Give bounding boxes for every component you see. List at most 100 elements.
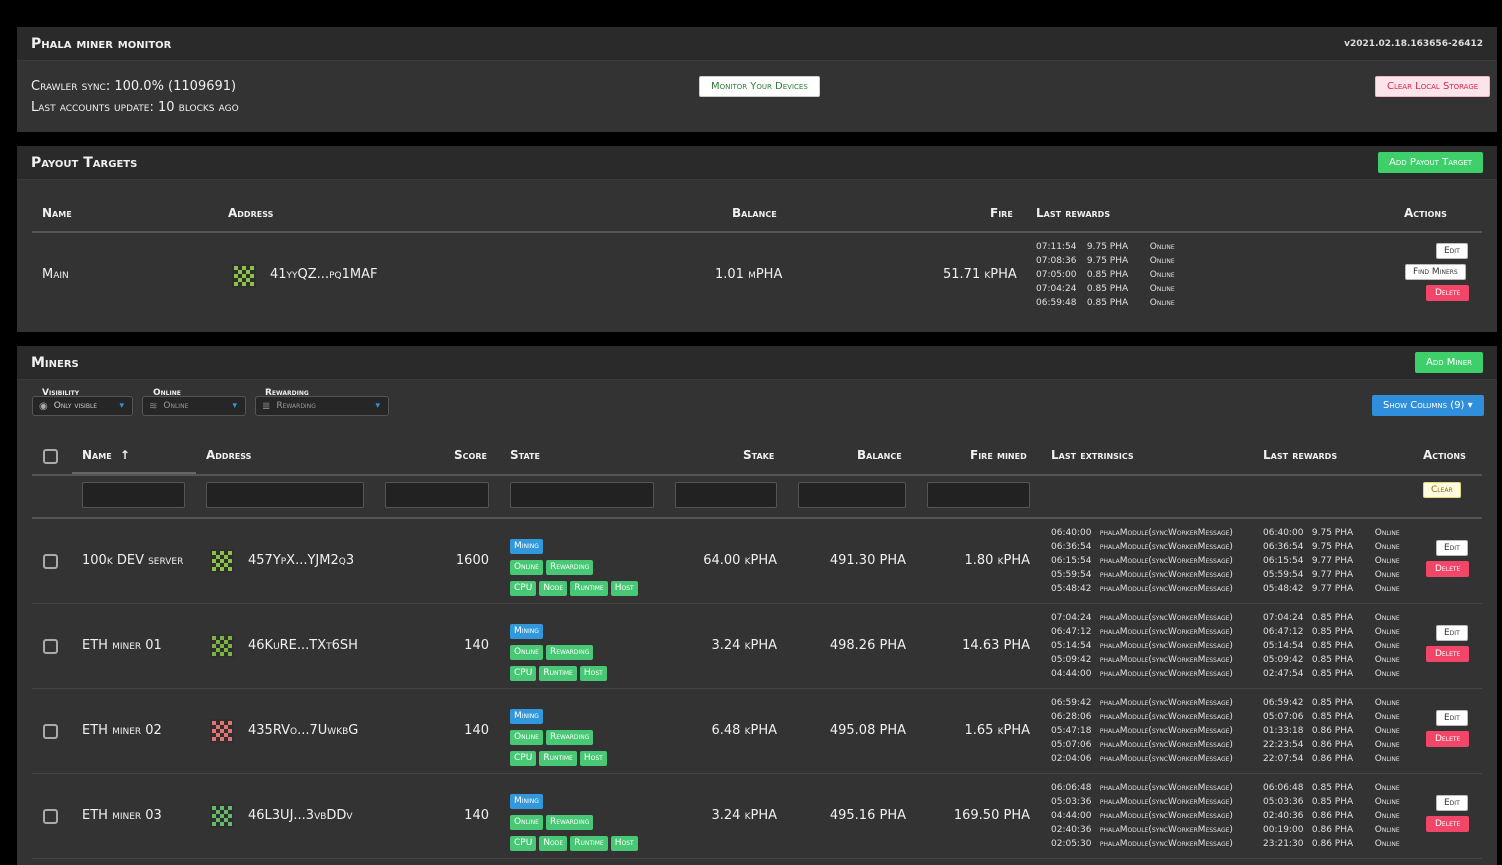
miner-address[interactable]: 46L3UJ...3vbDDv — [248, 808, 353, 823]
extrinsic-entry: 02:04:06 phalaModule(syncWorkerMessage) — [1051, 754, 1233, 764]
stake-filter-input[interactable] — [675, 482, 777, 508]
reward-entry: 06:15:54 9.77 PHA Online — [1263, 556, 1400, 566]
miner-row-checkbox[interactable] — [43, 724, 58, 739]
state-tag: CPU — [510, 666, 537, 681]
extrinsic-entry: 05:47:18 phalaModule(syncWorkerMessage) — [1051, 726, 1233, 736]
row-divider — [32, 858, 1482, 859]
monitor-devices-button[interactable]: Monitor Your Devices — [699, 76, 820, 97]
miner-extrinsics-list: 07:04:24 phalaModule(syncWorkerMessage) 0… — [1051, 611, 1233, 681]
reward-entry: 07:04:24 0.85 PHA Online — [1036, 284, 1175, 294]
crawler-sync-status: Crawler sync: 100.0% (1109691) — [31, 79, 237, 94]
clear-filters-button[interactable]: Clear — [1423, 482, 1461, 498]
miners-col-last-extrinsics: Last extrinsics — [1051, 448, 1134, 462]
miner-delete-button[interactable]: Delete — [1426, 816, 1470, 832]
state-tags: Mining — [510, 788, 546, 809]
state-tags: CPU Runtime Host — [510, 745, 610, 766]
state-tag: Mining — [510, 539, 543, 554]
extrinsic-entry: 06:28:06 phalaModule(syncWorkerMessage) — [1051, 712, 1233, 722]
balance-filter-input[interactable] — [798, 482, 906, 508]
miners-title: Miners — [31, 354, 79, 371]
miner-stake: 3.24 kPHA — [711, 808, 778, 823]
identicon-icon — [210, 634, 234, 662]
score-filter-input[interactable] — [385, 482, 489, 508]
state-tag: Rewarding — [545, 730, 594, 745]
miner-name[interactable]: ETH miner 01 — [82, 638, 162, 653]
state-filter-input[interactable] — [510, 482, 654, 508]
add-miner-button[interactable]: Add Miner — [1414, 352, 1483, 373]
state-tag: Host — [579, 666, 607, 681]
find-miners-button[interactable]: Find Miners — [1405, 264, 1466, 280]
reward-entry: 05:03:36 0.85 PHA Online — [1263, 797, 1400, 807]
extrinsic-entry: 06:15:54 phalaModule(syncWorkerMessage) — [1051, 556, 1233, 566]
online-filter-select[interactable]: ≋ Online ▾ — [142, 396, 246, 416]
miner-extrinsics-list: 06:06:48 phalaModule(syncWorkerMessage) 0… — [1051, 781, 1233, 851]
payout-col-name: Name — [42, 206, 72, 220]
extrinsic-entry: 04:44:00 phalaModule(syncWorkerMessage) — [1051, 811, 1233, 821]
clear-local-storage-button[interactable]: Clear Local Storage — [1375, 76, 1491, 97]
payout-edit-button[interactable]: Edit — [1436, 243, 1468, 259]
payout-targets-bar: Payout Targets Add Payout Target — [17, 146, 1497, 180]
chevron-down-icon: ▾ — [232, 401, 237, 411]
reward-entry: 06:59:42 0.85 PHA Online — [1263, 698, 1400, 708]
identicon-icon — [210, 549, 234, 577]
miner-name[interactable]: 100k DEV server — [82, 553, 183, 568]
miner-balance: 495.08 PHA — [829, 723, 906, 738]
miner-edit-button[interactable]: Edit — [1436, 795, 1468, 811]
payout-col-balance: Balance — [732, 206, 777, 220]
state-tag: Node — [539, 581, 568, 596]
select-all-checkbox[interactable] — [43, 449, 58, 464]
miners-col-address: Address — [206, 448, 252, 462]
extrinsic-entry: 05:14:54 phalaModule(syncWorkerMessage) — [1051, 641, 1233, 651]
state-tag: Rewarding — [545, 560, 594, 575]
payout-delete-button[interactable]: Delete — [1426, 285, 1470, 301]
visibility-filter-select[interactable]: ◉ Only visible ▾ — [32, 396, 133, 416]
miner-score: 140 — [464, 808, 489, 823]
miner-edit-button[interactable]: Edit — [1436, 540, 1468, 556]
state-tag: Mining — [510, 794, 543, 809]
state-tags: Online Rewarding — [510, 724, 596, 745]
miner-edit-button[interactable]: Edit — [1436, 710, 1468, 726]
add-payout-target-button[interactable]: Add Payout Target — [1378, 152, 1483, 173]
extrinsic-entry: 06:59:42 phalaModule(syncWorkerMessage) — [1051, 698, 1233, 708]
state-tags: Online Rewarding — [510, 809, 596, 830]
reward-entry: 06:06:48 0.85 PHA Online — [1263, 783, 1400, 793]
rewarding-filter-select[interactable]: ≣ Rewarding ▾ — [255, 396, 389, 416]
reward-entry: 05:07:06 0.85 PHA Online — [1263, 712, 1400, 722]
miner-row-checkbox[interactable] — [43, 809, 58, 824]
miner-delete-button[interactable]: Delete — [1426, 561, 1470, 577]
miner-fire-mined: 1.80 kPHA — [964, 553, 1031, 568]
identicon-icon — [210, 804, 234, 832]
miner-delete-button[interactable]: Delete — [1426, 731, 1470, 747]
reward-entry: 06:40:00 9.75 PHA Online — [1263, 528, 1400, 538]
caret-down-icon: ▾ — [1467, 400, 1473, 411]
miner-stake: 3.24 kPHA — [711, 638, 778, 653]
miners-col-name[interactable]: Name ↑ — [82, 448, 130, 462]
state-tag: Runtime — [570, 836, 608, 851]
payout-row-address[interactable]: 41yyQZ...pq1MAF — [270, 267, 377, 282]
miner-name[interactable]: ETH miner 02 — [82, 723, 162, 738]
miner-score: 140 — [464, 638, 489, 653]
miner-address[interactable]: 46KuRE...TXт6SH — [248, 638, 358, 653]
miner-row-checkbox[interactable] — [43, 639, 58, 654]
miner-delete-button[interactable]: Delete — [1426, 646, 1470, 662]
miner-address[interactable]: 435RVo...7UwkbG — [248, 723, 358, 738]
miner-row-checkbox[interactable] — [43, 554, 58, 569]
state-tags: Online Rewarding — [510, 554, 596, 575]
filter-divider — [32, 517, 1482, 519]
state-tag: CPU — [510, 751, 537, 766]
miner-address[interactable]: 457YpX...YJM2q3 — [248, 553, 354, 568]
state-tag: Online — [510, 730, 543, 745]
payout-targets-title: Payout Targets — [31, 154, 138, 171]
miners-col-balance: Balance — [857, 448, 902, 462]
sort-ascending-icon: ↑ — [119, 448, 130, 462]
miner-name[interactable]: ETH miner 03 — [82, 808, 162, 823]
miner-edit-button[interactable]: Edit — [1436, 625, 1468, 641]
extrinsic-entry: 06:40:00 phalaModule(syncWorkerMessage) — [1051, 528, 1233, 538]
reward-entry: 07:04:24 0.85 PHA Online — [1263, 613, 1400, 623]
reward-entry: 01:33:18 0.86 PHA Online — [1263, 726, 1400, 736]
show-columns-button[interactable]: Show Columns (9) ▾ — [1372, 395, 1484, 416]
name-filter-input[interactable] — [82, 482, 185, 508]
fire-filter-input[interactable] — [927, 482, 1030, 508]
state-tag: Host — [610, 581, 638, 596]
address-filter-input[interactable] — [206, 482, 364, 508]
